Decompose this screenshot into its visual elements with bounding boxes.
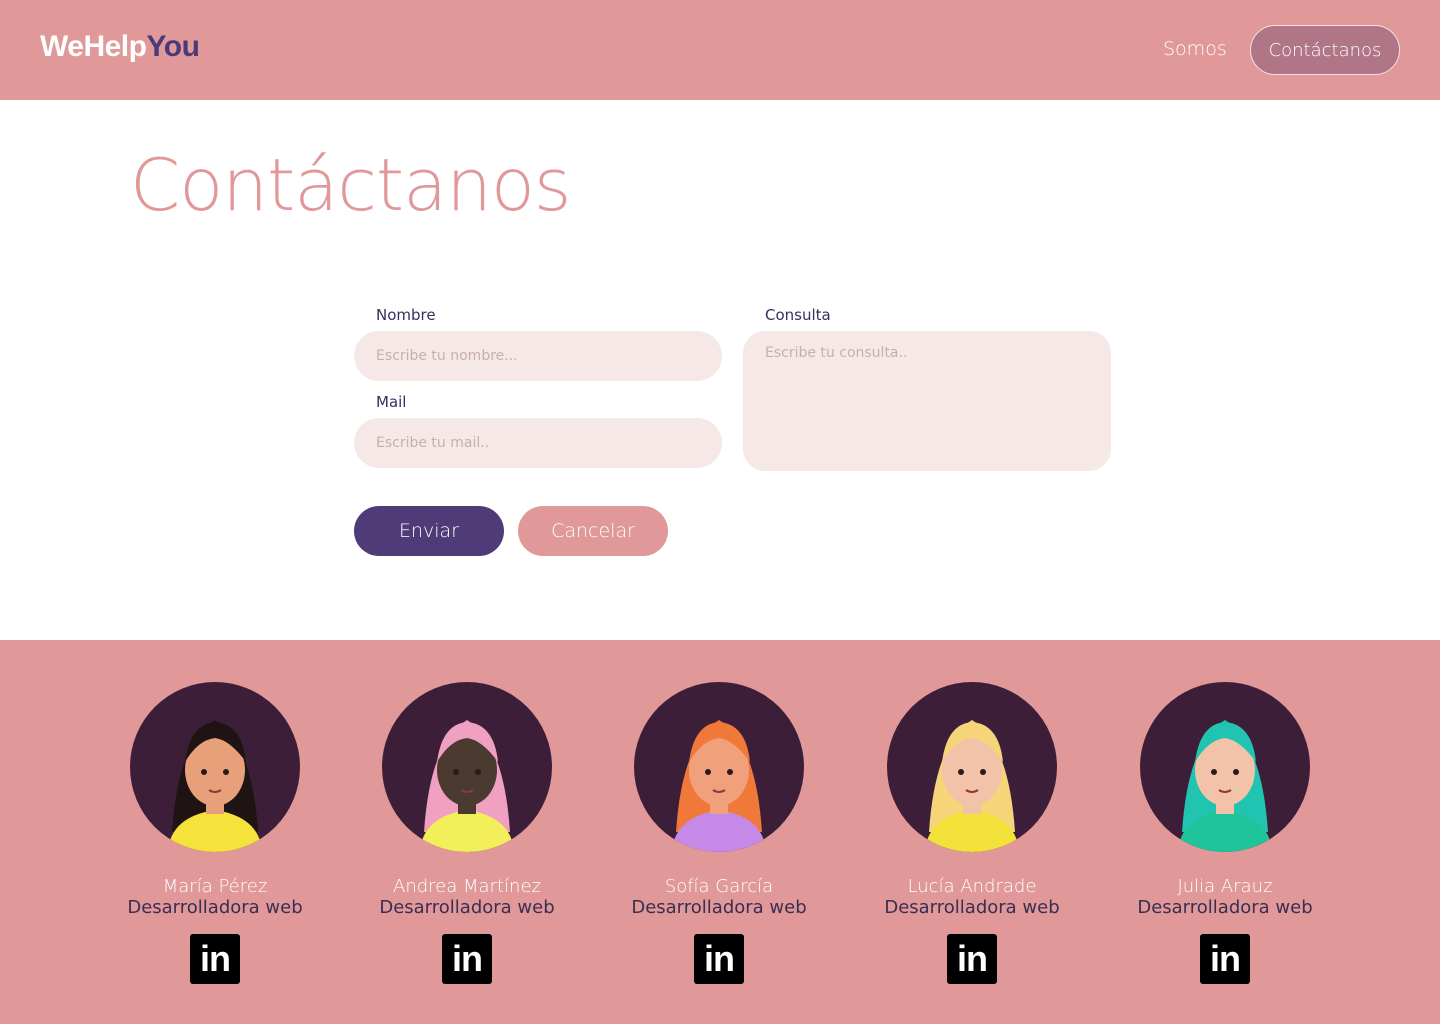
- send-button[interactable]: Enviar: [354, 506, 504, 556]
- member-role: Desarrolladora web: [1137, 897, 1313, 918]
- header: WeHelpYou Somos Contáctanos: [0, 0, 1440, 100]
- cancel-button[interactable]: Cancelar: [518, 506, 668, 556]
- mail-label: Mail: [376, 393, 407, 411]
- mail-input[interactable]: [354, 418, 722, 468]
- nav-contact-button[interactable]: Contáctanos: [1250, 25, 1400, 75]
- team-member: Lucía Andrade Desarrolladora web in: [852, 682, 1092, 984]
- name-label: Nombre: [376, 306, 436, 324]
- member-name: Julia Arauz: [1177, 876, 1273, 897]
- person-illustration: [420, 720, 514, 852]
- nav-somos-link[interactable]: Somos: [1163, 38, 1227, 60]
- member-name: Andrea Martínez: [393, 876, 541, 897]
- avatar: [634, 682, 804, 852]
- member-role: Desarrolladora web: [631, 897, 807, 918]
- logo[interactable]: WeHelpYou: [40, 30, 200, 64]
- person-illustration: [672, 720, 766, 852]
- member-name: María Pérez: [162, 876, 268, 897]
- avatar: [1140, 682, 1310, 852]
- logo-part1: WeHelp: [40, 30, 147, 63]
- member-name: Lucía Andrade: [907, 876, 1037, 897]
- linkedin-icon[interactable]: in: [694, 934, 744, 984]
- avatar: [382, 682, 552, 852]
- linkedin-icon[interactable]: in: [1200, 934, 1250, 984]
- member-role: Desarrolladora web: [884, 897, 1060, 918]
- team-member: Andrea Martínez Desarrolladora web in: [347, 682, 587, 984]
- linkedin-icon[interactable]: in: [947, 934, 997, 984]
- team-member: María Pérez Desarrolladora web in: [95, 682, 335, 984]
- team-member: Sofía García Desarrolladora web in: [599, 682, 839, 984]
- team-member: Julia Arauz Desarrolladora web in: [1105, 682, 1345, 984]
- avatar: [887, 682, 1057, 852]
- logo-part2: You: [146, 30, 200, 63]
- query-textarea[interactable]: [743, 331, 1111, 471]
- linkedin-icon[interactable]: in: [442, 934, 492, 984]
- member-role: Desarrolladora web: [379, 897, 555, 918]
- team-footer: María Pérez Desarrolladora web in Andrea…: [0, 640, 1440, 1024]
- name-input[interactable]: [354, 331, 722, 381]
- page-title: Contáctanos: [130, 143, 571, 227]
- person-illustration: [168, 720, 262, 852]
- linkedin-icon[interactable]: in: [190, 934, 240, 984]
- avatar: [130, 682, 300, 852]
- query-label: Consulta: [765, 306, 831, 324]
- member-role: Desarrolladora web: [127, 897, 303, 918]
- person-illustration: [925, 720, 1019, 852]
- person-illustration: [1178, 720, 1272, 852]
- member-name: Sofía García: [664, 876, 774, 897]
